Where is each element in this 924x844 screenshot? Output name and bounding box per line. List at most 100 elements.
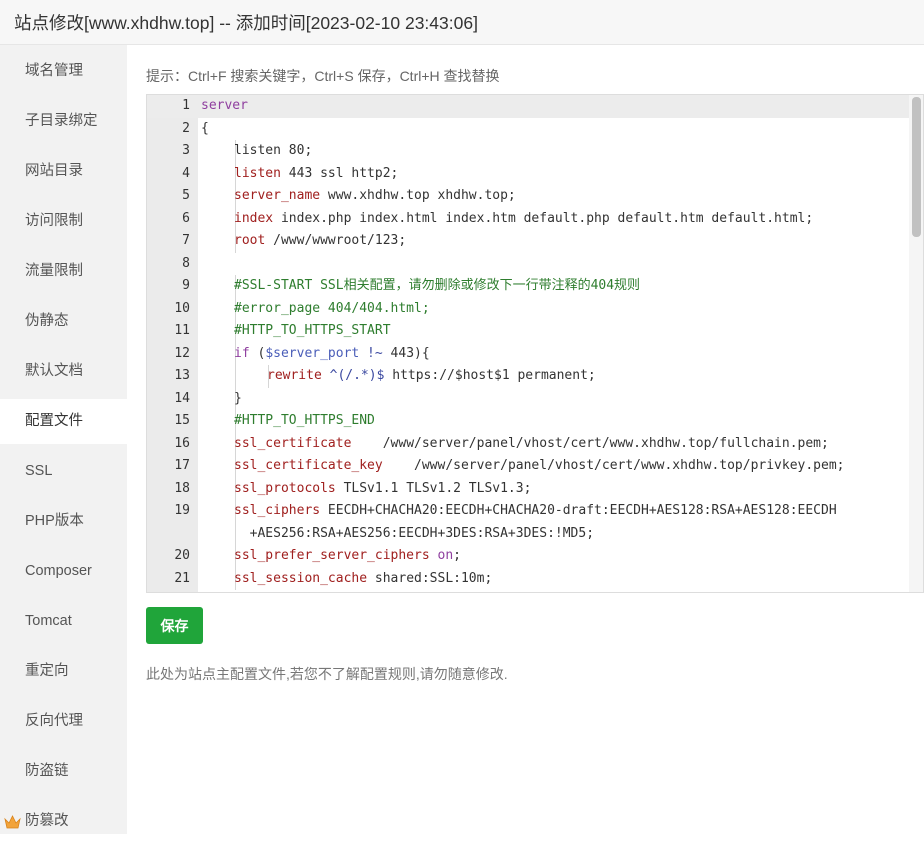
- code-token: ssl_certificate_key: [234, 458, 383, 473]
- code-token: root: [234, 233, 266, 248]
- code-line[interactable]: 17 ssl_certificate_key /www/server/panel/…: [147, 455, 909, 478]
- code-line[interactable]: 14}: [147, 387, 909, 411]
- line-number: 17: [174, 458, 190, 473]
- code-token: ssl_prefer_server_ciphers: [234, 548, 430, 563]
- code-text: {: [201, 118, 209, 141]
- code-text: ssl_ciphers EECDH+CHACHA20:EECDH+CHACHA2…: [234, 500, 837, 523]
- sidebar-item-php-version[interactable]: PHP版本: [0, 499, 127, 544]
- code-line[interactable]: 9 #SSL-START SSL相关配置，请勿删除或修改下一行带注释的404规则: [147, 275, 909, 298]
- editor-scrollbar[interactable]: [909, 95, 923, 592]
- code-text: ssl_prefer_server_ciphers on;: [234, 545, 461, 568]
- code-token: on: [437, 548, 454, 563]
- code-token: $server_port: [265, 345, 360, 361]
- code-token: #HTTP_TO_HTTPS_END: [234, 413, 375, 428]
- code-line[interactable]: 15 #HTTP_TO_HTTPS_END: [147, 410, 909, 433]
- code-line[interactable]: 18 ssl_protocols TLSv1.1 TLSv1.2 TLSv1.3;: [147, 477, 909, 500]
- code-text: if ($server_port !~ 443){: [234, 343, 430, 366]
- sidebar-item-redirect[interactable]: 重定向: [0, 649, 127, 694]
- code-token: #HTTP_TO_HTTPS_START: [234, 323, 391, 338]
- code-text: root /www/wwwroot/123;: [234, 230, 406, 253]
- code-token: /www/server/panel/vhost/cert/www.xhdhw.t…: [382, 458, 845, 473]
- code-line[interactable]: 2{: [147, 118, 909, 141]
- code-token: EECDH+CHACHA20:EECDH+CHACHA20-draft:EECD…: [320, 503, 837, 518]
- sidebar-item-traffic-limit[interactable]: 流量限制: [0, 249, 127, 294]
- window-titlebar: 站点修改[www.xhdhw.top] -- 添加时间[2023-02-10 2…: [0, 0, 924, 45]
- code-token: }: [234, 390, 242, 406]
- line-number: 5: [182, 188, 190, 203]
- sidebar-item-label: 流量限制: [25, 263, 83, 279]
- sidebar-item-ssl[interactable]: SSL: [0, 449, 127, 494]
- line-number: 2: [182, 120, 190, 136]
- line-number: 19: [174, 503, 190, 518]
- sidebar-item-site-dir[interactable]: 网站目录: [0, 149, 127, 194]
- code-token: ssl_session_cache: [234, 570, 368, 586]
- code-line[interactable]: 4 listen 443 ssl http2;: [147, 162, 909, 185]
- line-number: 21: [174, 570, 190, 586]
- sidebar-item-label: 域名管理: [25, 63, 83, 79]
- sidebar-item-domain[interactable]: 域名管理: [0, 49, 127, 94]
- code-text: #HTTP_TO_HTTPS_START: [234, 320, 391, 343]
- sidebar-item-config-file[interactable]: 配置文件: [0, 399, 127, 444]
- sidebar-item-label: 反向代理: [25, 713, 83, 729]
- sidebar-item-default-doc[interactable]: 默认文档: [0, 349, 127, 394]
- code-token: index.php index.html index.htm default.p…: [273, 210, 814, 226]
- indent-guide: [235, 365, 236, 388]
- save-button[interactable]: 保存: [146, 607, 203, 644]
- code-line[interactable]: +AES256:RSA+AES256:EECDH+3DES:RSA+3DES:!…: [147, 522, 909, 545]
- sidebar-item-label: 伪静态: [25, 313, 69, 329]
- code-line[interactable]: 1 server: [147, 95, 909, 118]
- code-line[interactable]: 12 if ($server_port !~ 443){: [147, 342, 909, 366]
- code-text: ssl_certificate /www/server/panel/vhost/…: [234, 433, 829, 456]
- sidebar-item-tamper-proof[interactable]: 防篡改: [0, 799, 127, 844]
- code-line[interactable]: 7 root /www/wwwroot/123;: [147, 230, 909, 253]
- code-line[interactable]: 11 #HTTP_TO_HTTPS_START: [147, 320, 909, 343]
- code-token: listen: [234, 165, 281, 181]
- line-number: 7: [182, 233, 190, 248]
- code-token: TLSv1.1 TLSv1.2 TLSv1.3;: [335, 480, 532, 496]
- code-text: #SSL-START SSL相关配置，请勿删除或修改下一行带注释的404规则: [234, 275, 640, 298]
- code-editor[interactable]: 1 server 2{3 listen 80; 4 listen 443 ssl http…: [146, 94, 924, 593]
- sidebar-item-rewrite[interactable]: 伪静态: [0, 299, 127, 344]
- code-token: ;: [453, 548, 461, 563]
- code-token: if: [234, 345, 250, 361]
- line-number: 4: [182, 165, 190, 181]
- code-token: server_name: [234, 188, 321, 203]
- sidebar-item-hotlink[interactable]: 防盗链: [0, 749, 127, 794]
- line-number: 20: [174, 548, 190, 563]
- code-text: index index.php index.html index.htm def…: [234, 208, 813, 231]
- window-title: 站点修改[www.xhdhw.top] -- 添加时间[2023-02-10 2…: [14, 13, 478, 33]
- line-number: 11: [174, 323, 190, 338]
- code-text: }: [234, 388, 242, 411]
- scrollbar-thumb[interactable]: [912, 97, 921, 237]
- code-line[interactable]: 6 index index.php index.html index.htm de…: [147, 207, 909, 231]
- code-token: shared:SSL:10m;: [367, 570, 493, 586]
- code-token: ){: [414, 345, 430, 361]
- line-number: 3: [182, 143, 190, 158]
- main-panel: 提示：Ctrl+F 搜索关键字，Ctrl+S 保存，Ctrl+H 查找替换 1s…: [127, 45, 924, 834]
- code-token: server: [201, 98, 248, 113]
- code-line[interactable]: 8: [147, 253, 909, 276]
- sidebar-item-composer[interactable]: Composer: [0, 549, 127, 594]
- code-line[interactable]: 5 server_name www.xhdhw.top xhdhw.top;: [147, 185, 909, 208]
- code-line[interactable]: 10 #error_page 404/404.html;: [147, 297, 909, 320]
- sidebar-item-access-limit[interactable]: 访问限制: [0, 199, 127, 244]
- code-line[interactable]: 13 rewrite ^(/.*)$ https://$host$1 perman…: [147, 365, 909, 388]
- crown-icon: [4, 799, 21, 844]
- sidebar-item-tomcat[interactable]: Tomcat: [0, 599, 127, 644]
- code-token: listen 80;: [234, 143, 313, 158]
- code-text: rewrite ^(/.*)$ https://$host$1 permanen…: [267, 365, 596, 388]
- code-token: 443 ssl http2;: [280, 165, 399, 181]
- line-number: 1: [182, 98, 190, 113]
- line-number: 14: [174, 390, 190, 406]
- code-line[interactable]: 20 ssl_prefer_server_ciphers on;: [147, 545, 909, 568]
- code-line[interactable]: 21 ssl_session_cache shared:SSL:10m;: [147, 567, 909, 590]
- sidebar-item-label: 重定向: [25, 663, 69, 679]
- code-line[interactable]: 19 ssl_ciphers EECDH+CHACHA20:EECDH+CHACH…: [147, 500, 909, 523]
- sidebar-item-reverse-proxy[interactable]: 反向代理: [0, 699, 127, 744]
- code-token: (: [249, 345, 266, 361]
- code-line[interactable]: 16 ssl_certificate /www/server/panel/vhos…: [147, 432, 909, 456]
- code-line[interactable]: 3 listen 80;: [147, 140, 909, 163]
- code-text: listen 80;: [234, 140, 312, 163]
- sidebar-item-subdir[interactable]: 子目录绑定: [0, 99, 127, 144]
